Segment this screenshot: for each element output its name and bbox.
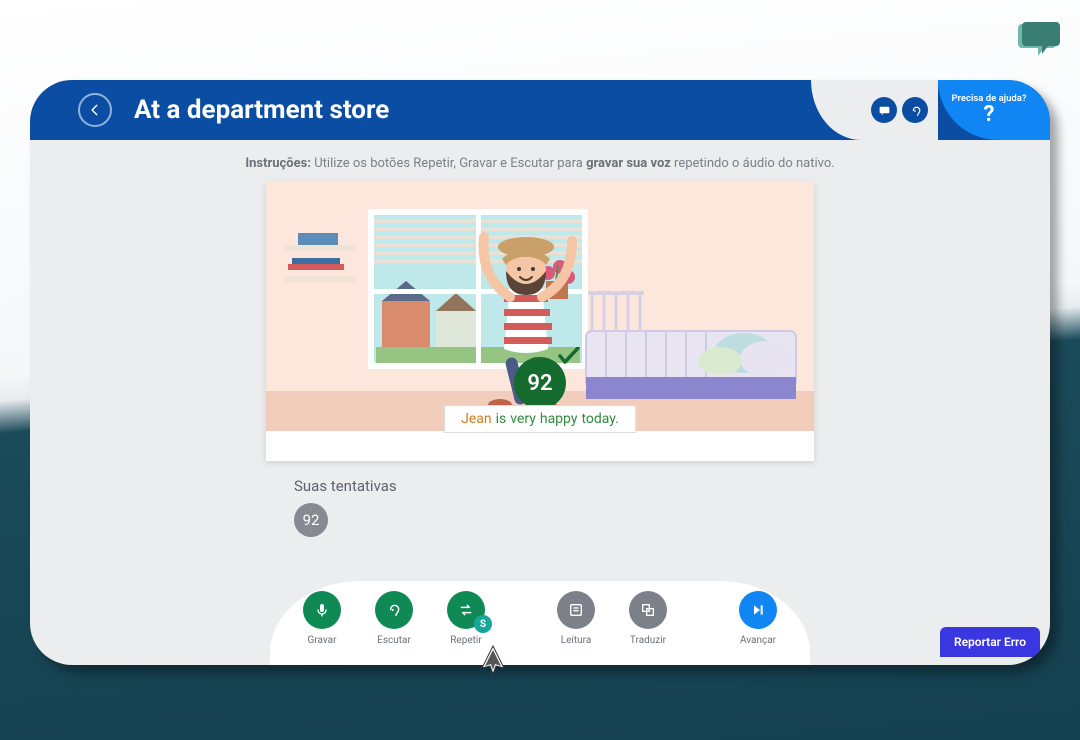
repeat-icon (458, 602, 474, 618)
gravar-label: Gravar (308, 635, 337, 646)
translate-icon (640, 602, 656, 618)
score-badge: 92 (514, 357, 566, 409)
back-button[interactable] (78, 93, 112, 127)
traduzir-label: Traduzir (630, 635, 666, 646)
leitura-button[interactable]: Leitura (548, 591, 604, 665)
next-icon (750, 602, 766, 618)
sentence-word: today. (581, 411, 618, 427)
page-title: At a department store (134, 95, 389, 125)
sentence-box: Jean is very happy today. (444, 405, 636, 433)
action-dock: Gravar Escutar S Repetir Leitura (270, 581, 810, 665)
header-audio-button[interactable] (902, 97, 928, 123)
microphone-icon (314, 602, 330, 618)
cursor-icon (480, 644, 506, 678)
sentence-word: happy (540, 411, 578, 427)
illustration-card: 92 Jean is very happy today. (266, 181, 814, 461)
help-button[interactable]: Precisa de ajuda? ? (938, 80, 1050, 140)
sentence-word: Jean (461, 411, 492, 427)
arrow-left-icon (88, 103, 102, 117)
repetir-label: Repetir (450, 635, 481, 646)
leitura-label: Leitura (561, 635, 592, 646)
instructions-text: Instruções: Utilize os botões Repetir, G… (30, 156, 1050, 171)
header-right: Precisa de ajuda? ? (811, 80, 1050, 140)
header-chat-button[interactable] (871, 97, 897, 123)
question-mark-icon: ? (984, 102, 995, 127)
checkmark-icon (558, 347, 580, 369)
avancar-label: Avançar (740, 635, 776, 646)
avancar-button[interactable]: Avançar (730, 591, 786, 665)
report-error-button[interactable]: Reportar Erro (940, 627, 1040, 657)
sentence-word: very (510, 411, 536, 427)
traduzir-button[interactable]: Traduzir (620, 591, 676, 665)
app-frame: At a department store Precisa de ajuda? … (30, 80, 1050, 665)
gravar-button[interactable]: Gravar (294, 591, 350, 665)
attempts-label: Suas tentativas (294, 477, 1050, 495)
ear-icon (386, 602, 402, 618)
attempt-chip[interactable]: 92 (294, 503, 328, 537)
header-bar: At a department store Precisa de ajuda? … (30, 80, 1050, 140)
sentence-word: is (496, 411, 507, 427)
chat-widget-icon[interactable] (1018, 20, 1062, 60)
repetir-badge: S (474, 615, 492, 633)
speech-bubble-icon (878, 104, 891, 117)
escutar-button[interactable]: Escutar (366, 591, 422, 665)
escutar-label: Escutar (377, 635, 411, 646)
ear-icon (909, 104, 922, 117)
book-icon (568, 602, 584, 618)
